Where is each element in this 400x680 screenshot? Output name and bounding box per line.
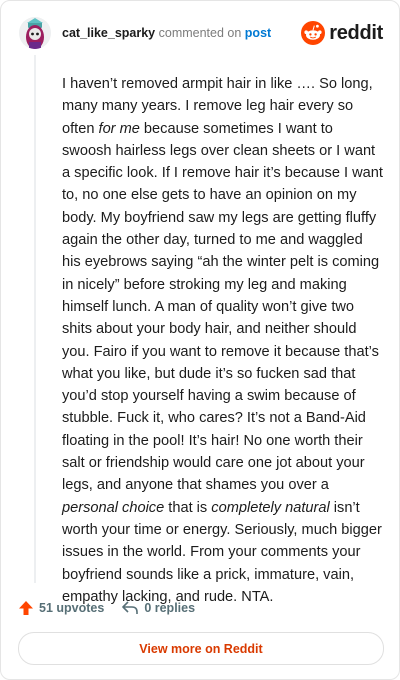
reddit-logo[interactable]: reddit [301,19,383,47]
reply-count: 0 replies [144,601,196,615]
comment-text: because sometimes I want to swoosh hairl… [62,120,383,494]
commented-on-text: commented on [158,26,242,40]
comment-emphasis-text: completely natural [211,499,330,516]
reply-arrow-icon [122,601,139,614]
comment-text: that is [164,499,212,516]
comment-body: I haven’t removed armpit hair in like ….… [62,73,384,608]
comment-paragraph: I haven’t removed armpit hair in like ….… [62,73,384,608]
upvote-button[interactable]: 51 upvotes [19,601,104,615]
reddit-wordmark: reddit [329,21,383,44]
view-more-on-reddit-button[interactable]: View more on Reddit [18,632,384,665]
post-link[interactable]: post [245,26,271,40]
username-link[interactable]: cat_like_sparky [62,26,155,40]
comment-emphasis-text: for me [98,120,140,137]
avatar-icon[interactable] [19,17,51,49]
comment-embed-card: cat_like_sparky commented on post reddit… [0,0,400,680]
reply-button[interactable]: 0 replies [122,601,195,615]
comment-footer: 51 upvotes 0 replies [19,598,213,618]
upvote-arrow-icon [19,601,33,615]
comment-byline: cat_like_sparky commented on post [62,26,271,40]
comment-emphasis-text: personal choice [62,499,165,516]
comment-header: cat_like_sparky commented on post reddit [19,17,383,51]
reddit-logo-icon [301,21,326,45]
upvote-count: 51 upvotes [39,601,105,615]
thread-line[interactable] [34,55,36,583]
